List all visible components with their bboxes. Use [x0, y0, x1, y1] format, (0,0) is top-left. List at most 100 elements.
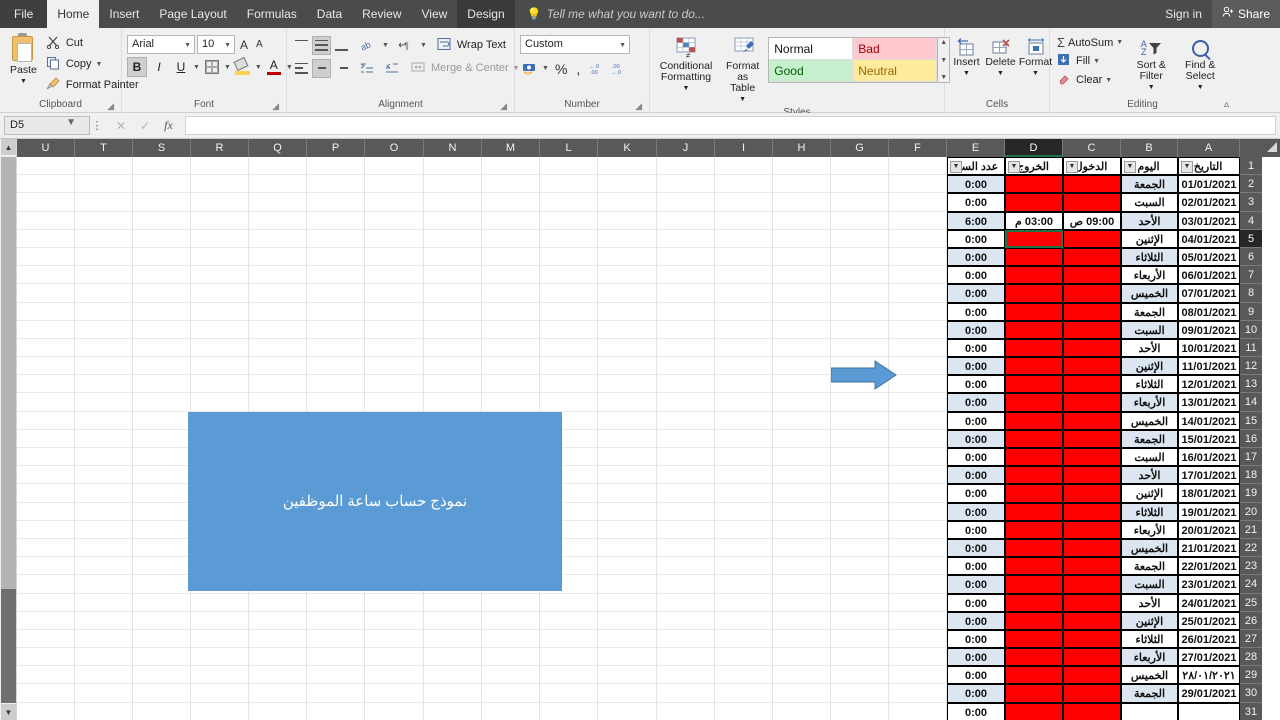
- cell-empty[interactable]: [889, 302, 947, 321]
- cell-empty[interactable]: [424, 157, 482, 176]
- cell-empty[interactable]: [540, 375, 598, 394]
- cell-empty[interactable]: [424, 284, 482, 303]
- cell-B18[interactable]: الأحد: [1121, 466, 1178, 485]
- cell-empty[interactable]: [17, 247, 75, 267]
- cell-empty[interactable]: [831, 175, 889, 194]
- cell-empty[interactable]: [75, 375, 133, 394]
- cell-A12[interactable]: 11/01/2021: [1178, 357, 1240, 376]
- cell-empty[interactable]: [191, 593, 249, 612]
- row-header-17[interactable]: 17: [1240, 448, 1262, 467]
- cell-empty[interactable]: [482, 284, 540, 303]
- cell-empty[interactable]: [191, 338, 249, 358]
- cell-empty[interactable]: [657, 229, 715, 248]
- cell-empty[interactable]: [773, 411, 831, 430]
- cell-empty[interactable]: [133, 175, 191, 194]
- cell-empty[interactable]: [75, 338, 133, 358]
- cell-A19[interactable]: 18/01/2021: [1178, 484, 1240, 503]
- cell-empty[interactable]: [75, 538, 133, 558]
- cell-empty[interactable]: [75, 211, 133, 230]
- cell-empty[interactable]: [482, 393, 540, 412]
- cell-empty[interactable]: [715, 211, 773, 230]
- cell-empty[interactable]: [657, 266, 715, 285]
- column-header-m[interactable]: M: [482, 139, 540, 157]
- cell-empty[interactable]: [598, 520, 657, 539]
- column-header-o[interactable]: O: [365, 139, 424, 157]
- decrease-indent-button[interactable]: [382, 59, 401, 78]
- tab-insert[interactable]: Insert: [99, 0, 149, 28]
- font-dialog-launcher[interactable]: ◢: [272, 100, 279, 112]
- cell-empty[interactable]: [424, 648, 482, 667]
- cell-empty[interactable]: [191, 393, 249, 412]
- merge-center-button[interactable]: Merge & Center ▼: [407, 58, 524, 78]
- cell-A15[interactable]: 14/01/2021: [1178, 411, 1240, 430]
- cell-E9[interactable]: 0:00: [947, 302, 1005, 321]
- cell-empty[interactable]: [715, 629, 773, 649]
- cell-B7[interactable]: الأربعاء: [1121, 266, 1178, 285]
- cell-E16[interactable]: 0:00: [947, 429, 1005, 448]
- cell-empty[interactable]: [715, 429, 773, 448]
- cell-empty[interactable]: [17, 648, 75, 667]
- cell-empty[interactable]: [75, 629, 133, 649]
- cell-empty[interactable]: [75, 320, 133, 339]
- cell-empty[interactable]: [889, 484, 947, 503]
- cell-empty[interactable]: [831, 666, 889, 685]
- table-header-d[interactable]: ▼ الخروج: [1005, 157, 1063, 176]
- cell-empty[interactable]: [657, 448, 715, 467]
- cell-empty[interactable]: [773, 320, 831, 339]
- cell-style-neutral[interactable]: Neutral: [853, 60, 938, 82]
- cell-empty[interactable]: [133, 648, 191, 667]
- cell-E7[interactable]: 0:00: [947, 266, 1005, 285]
- cell-empty[interactable]: [75, 448, 133, 467]
- cell-empty[interactable]: [133, 284, 191, 303]
- cell-C17[interactable]: [1063, 448, 1121, 467]
- cell-empty[interactable]: [657, 484, 715, 503]
- cell-empty[interactable]: [831, 448, 889, 467]
- cell-empty[interactable]: [715, 266, 773, 285]
- conditional-formatting-button[interactable]: ≠ Conditional Formatting ▼: [655, 35, 717, 96]
- cell-D4[interactable]: 03:00 م: [1005, 211, 1063, 230]
- row-header-30[interactable]: 30: [1240, 684, 1262, 703]
- cell-empty[interactable]: [424, 266, 482, 285]
- cell-empty[interactable]: [540, 611, 598, 630]
- percent-style-button[interactable]: %: [552, 61, 570, 77]
- cell-B25[interactable]: الأحد: [1121, 593, 1178, 612]
- cell-B14[interactable]: الأربعاء: [1121, 393, 1178, 412]
- cell-empty[interactable]: [598, 448, 657, 467]
- cell-C19[interactable]: [1063, 484, 1121, 503]
- table-header-a[interactable]: ▼ التاريخ: [1178, 157, 1240, 176]
- cell-empty[interactable]: [598, 393, 657, 412]
- cell-empty[interactable]: [307, 157, 365, 176]
- cell-empty[interactable]: [75, 393, 133, 412]
- cell-M31[interactable]: [482, 702, 540, 720]
- cell-empty[interactable]: [598, 538, 657, 558]
- cell-E3[interactable]: 0:00: [947, 193, 1005, 212]
- column-header-d[interactable]: D: [1005, 139, 1063, 157]
- cell-empty[interactable]: [889, 411, 947, 430]
- column-header-b[interactable]: B: [1121, 139, 1178, 157]
- cell-empty[interactable]: [598, 157, 657, 176]
- cell-empty[interactable]: [17, 157, 75, 176]
- cell-D13[interactable]: [1005, 375, 1063, 394]
- cell-A8[interactable]: 07/01/2021: [1178, 284, 1240, 303]
- cell-empty[interactable]: [598, 557, 657, 576]
- cell-B28[interactable]: الأربعاء: [1121, 648, 1178, 667]
- cell-D31[interactable]: [1005, 702, 1063, 720]
- cell-A2[interactable]: 01/01/2021: [1178, 175, 1240, 194]
- cell-empty[interactable]: [482, 666, 540, 685]
- cell-A9[interactable]: 08/01/2021: [1178, 302, 1240, 321]
- tab-design[interactable]: Design: [457, 0, 515, 28]
- row-header-31[interactable]: 31: [1240, 702, 1262, 720]
- column-header-c[interactable]: C: [1063, 139, 1121, 157]
- column-header-p[interactable]: P: [307, 139, 365, 157]
- cell-empty[interactable]: [773, 611, 831, 630]
- cell-empty[interactable]: [657, 375, 715, 394]
- cell-empty[interactable]: [657, 429, 715, 448]
- cell-empty[interactable]: [889, 266, 947, 285]
- cell-empty[interactable]: [75, 175, 133, 194]
- cell-empty[interactable]: [191, 193, 249, 212]
- cell-D8[interactable]: [1005, 284, 1063, 303]
- cell-empty[interactable]: [598, 684, 657, 703]
- cell-B27[interactable]: الثلاثاء: [1121, 629, 1178, 649]
- cell-D19[interactable]: [1005, 484, 1063, 503]
- column-header-j[interactable]: J: [657, 139, 715, 157]
